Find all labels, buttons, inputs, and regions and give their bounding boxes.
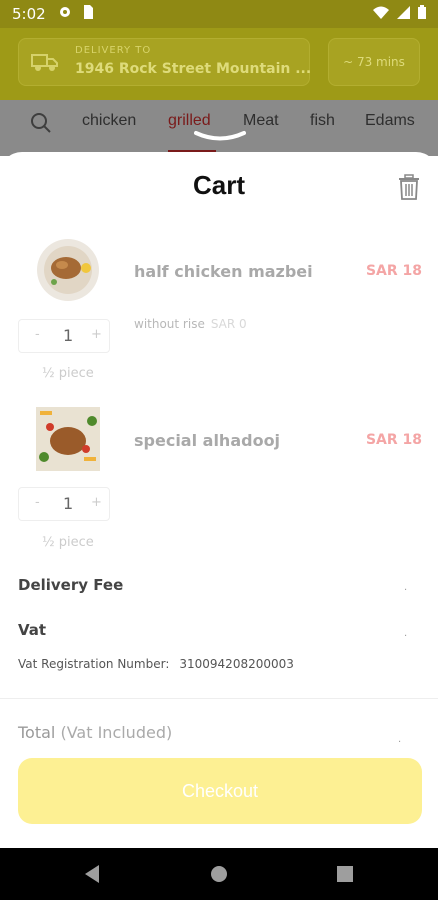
cart-title: Cart (192, 170, 245, 200)
item-modifier: without rise SAR 0 (134, 317, 247, 331)
item-name: special alhadooj (134, 431, 281, 450)
quantity-stepper: - 1 + (18, 487, 110, 521)
checkout-button[interactable]: Checkout (18, 758, 422, 824)
category-fish[interactable]: fish (310, 112, 335, 130)
back-icon[interactable] (83, 864, 101, 888)
delivery-fee-label: Delivery Fee (18, 576, 124, 594)
status-bar: 5:02 (0, 0, 438, 28)
battery-icon (418, 5, 426, 23)
modifier-price: SAR 0 (210, 317, 247, 331)
home-icon[interactable] (210, 865, 228, 887)
recents-icon[interactable] (337, 866, 353, 886)
sim-card-icon (82, 5, 93, 23)
item-image-special-alhadooj (36, 407, 100, 471)
decrement-button[interactable]: - (35, 327, 40, 342)
status-time: 5:02 (12, 5, 46, 23)
item-unit: ½ piece (42, 535, 94, 550)
vat-registration-number: 310094208200003 (179, 657, 294, 671)
gear-icon (58, 5, 72, 23)
item-price: SAR 18 (365, 432, 422, 448)
delivery-eta[interactable]: ~ 73 mins (328, 38, 420, 86)
total-value: . (398, 734, 402, 745)
category-meat[interactable]: Meat (243, 112, 279, 130)
item-unit: ½ piece (42, 366, 94, 381)
delivery-address-selector[interactable]: DELIVERY TO 1946 Rock Street Mountain ..… (18, 38, 312, 86)
item-price: SAR 18 (365, 263, 422, 279)
quantity-stepper: - 1 + (18, 319, 110, 353)
category-chicken[interactable]: chicken (82, 112, 136, 130)
trash-icon[interactable] (398, 174, 420, 204)
decrement-button[interactable]: - (35, 495, 40, 510)
total-label: Total (18, 723, 56, 742)
category-edams[interactable]: Edams (365, 112, 415, 130)
vat-label: Vat (18, 621, 47, 639)
increment-button[interactable]: + (91, 495, 102, 510)
vat-value: . (404, 628, 408, 639)
total-row: Total (Vat Included) (18, 723, 172, 742)
system-nav-bar (0, 848, 438, 900)
delivery-address: 1946 Rock Street Mountain ... (75, 61, 312, 77)
vat-registration: Vat Registration Number: 310094208200003 (18, 657, 294, 671)
quantity-value: 1 (63, 326, 74, 345)
sheet-handle-chevron-icon[interactable] (194, 127, 246, 146)
quantity-value: 1 (63, 494, 74, 513)
wifi-icon (373, 5, 389, 23)
signal-icon (397, 5, 410, 23)
item-name: half chicken mazbei (134, 262, 313, 281)
vat-registration-label: Vat Registration Number: (18, 657, 170, 671)
modifier-label: without rise (134, 317, 205, 331)
increment-button[interactable]: + (91, 327, 102, 342)
delivery-fee-value: . (404, 582, 408, 593)
delivery-truck-icon (31, 52, 59, 76)
item-image-half-chicken (36, 238, 100, 302)
total-vat-note: (Vat Included) (60, 723, 173, 742)
divider (0, 698, 438, 699)
delivery-to-label: DELIVERY TO (75, 45, 152, 56)
search-icon[interactable] (30, 112, 52, 138)
cart-sheet: Cart half chicken mazbei SAR 18 without … (0, 152, 438, 848)
app-header: DELIVERY TO 1946 Rock Street Mountain ..… (0, 28, 438, 100)
